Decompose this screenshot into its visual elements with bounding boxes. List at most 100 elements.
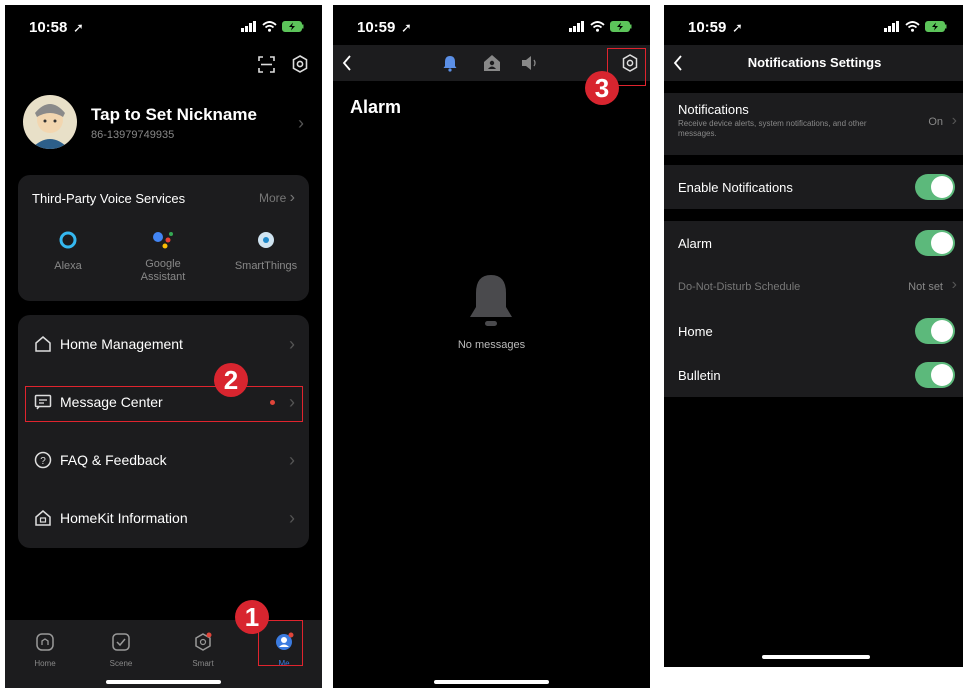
menu-label: FAQ & Feedback bbox=[60, 452, 167, 468]
chevron-right-icon: › bbox=[298, 113, 304, 133]
alarm-bell-tab-icon[interactable] bbox=[442, 54, 458, 72]
voice-service-label: Google Assistant bbox=[140, 258, 186, 283]
tab-label: Scene bbox=[109, 659, 133, 668]
home-row: Home bbox=[664, 309, 963, 353]
status-bar: 10:59 ➚ bbox=[333, 19, 650, 39]
menu-homekit-information[interactable]: HomeKit Information › bbox=[18, 489, 309, 547]
location-arrow-icon: ➚ bbox=[401, 20, 412, 35]
chevron-right-icon: › bbox=[289, 333, 295, 354]
back-chevron-icon[interactable] bbox=[341, 54, 353, 72]
voice-service-label: SmartThings bbox=[234, 260, 298, 272]
step-marker-2: 2 bbox=[214, 363, 248, 397]
wifi-icon bbox=[590, 21, 605, 32]
battery-icon bbox=[925, 21, 947, 32]
alarm-row: Alarm bbox=[664, 221, 963, 265]
smart-tab-icon bbox=[195, 632, 212, 651]
me-menu-card: Home Management › Message Center › ? FAQ… bbox=[18, 315, 309, 548]
home-indicator bbox=[434, 680, 549, 684]
notifications-settings-screen: 10:59 ➚ Notifications Settings Notificat… bbox=[664, 5, 963, 667]
alarm-toggle[interactable] bbox=[915, 230, 955, 256]
home-toggle[interactable] bbox=[915, 318, 955, 344]
notifications-value: On bbox=[928, 116, 943, 128]
settings-gear-icon[interactable] bbox=[291, 55, 309, 73]
nav-bar: Notifications Settings bbox=[664, 45, 963, 81]
google-assistant-icon bbox=[153, 232, 173, 249]
tab-label: Smart bbox=[192, 659, 214, 668]
phone-number: 86-13979749935 bbox=[91, 129, 175, 141]
tab-scene[interactable]: Scene bbox=[101, 632, 141, 668]
location-arrow-icon: ➚ bbox=[73, 20, 84, 35]
battery-icon bbox=[282, 21, 304, 32]
alarm-label: Alarm bbox=[678, 235, 712, 251]
status-bar: 10:59 ➚ bbox=[664, 19, 963, 39]
empty-state-text: No messages bbox=[457, 339, 526, 351]
question-icon: ? bbox=[34, 451, 52, 469]
home-message-tab-icon[interactable] bbox=[483, 54, 501, 72]
tab-home[interactable]: Home bbox=[25, 632, 65, 668]
status-bar: 10:58 ➚ bbox=[5, 19, 322, 39]
chevron-right-icon: › bbox=[289, 449, 295, 470]
notifications-row[interactable]: Notifications Receive device alerts, sys… bbox=[664, 93, 963, 155]
bulletin-toggle[interactable] bbox=[915, 362, 955, 388]
enable-notifications-label: Enable Notifications bbox=[678, 179, 793, 195]
bulletin-speaker-tab-icon[interactable] bbox=[521, 55, 539, 71]
page-title: Notifications Settings bbox=[747, 55, 882, 70]
nickname: Tap to Set Nickname bbox=[91, 105, 257, 124]
signal-icon bbox=[884, 21, 899, 32]
menu-label: HomeKit Information bbox=[60, 510, 188, 526]
me-screen: 10:58 ➚ Tap to Set Nickname 86-139797499… bbox=[5, 5, 322, 688]
chevron-right-icon: › bbox=[289, 507, 295, 528]
dnd-schedule-row[interactable]: Do-Not-Disturb Schedule Not set › bbox=[664, 265, 963, 309]
home-tab-icon bbox=[36, 633, 54, 651]
tab-label: Home bbox=[34, 659, 56, 668]
profile-header[interactable]: Tap to Set Nickname 86-13979749935 › bbox=[5, 93, 322, 163]
notifications-label: Notifications bbox=[678, 102, 749, 117]
home-icon bbox=[35, 336, 51, 352]
dnd-schedule-value: Not set bbox=[908, 281, 943, 293]
status-time: 10:59 bbox=[357, 19, 396, 36]
wifi-icon bbox=[905, 21, 920, 32]
homekit-icon bbox=[35, 510, 51, 526]
notifications-description: Receive device alerts, system notificati… bbox=[678, 119, 867, 138]
voice-services-card: Third-Party Voice Services More › Alexa … bbox=[18, 175, 309, 301]
enable-notifications-toggle[interactable] bbox=[915, 174, 955, 200]
svg-text:?: ? bbox=[40, 456, 46, 467]
more-label: More bbox=[258, 191, 287, 205]
step-marker-3: 3 bbox=[585, 71, 619, 105]
wifi-icon bbox=[262, 21, 277, 32]
smartthings-icon bbox=[258, 232, 274, 248]
chevron-right-icon: › bbox=[951, 112, 957, 129]
dnd-schedule-label: Do-Not-Disturb Schedule bbox=[678, 281, 801, 293]
menu-faq-feedback[interactable]: ? FAQ & Feedback › bbox=[18, 431, 309, 489]
empty-bell-icon bbox=[470, 275, 512, 326]
avatar bbox=[23, 95, 77, 149]
highlight-box-message-center bbox=[25, 386, 303, 422]
voice-services-title: Third-Party Voice Services bbox=[32, 191, 186, 206]
page-title: Alarm bbox=[350, 97, 402, 117]
voice-service-alexa[interactable]: Alexa bbox=[38, 231, 98, 272]
chevron-right-icon: › bbox=[289, 189, 295, 206]
signal-icon bbox=[569, 21, 584, 32]
battery-icon bbox=[610, 21, 632, 32]
step-marker-1: 1 bbox=[235, 600, 269, 634]
more-link[interactable]: More › bbox=[259, 189, 295, 207]
status-time: 10:58 bbox=[29, 19, 68, 36]
bulletin-row: Bulletin bbox=[664, 353, 963, 397]
scene-tab-icon bbox=[112, 633, 130, 651]
status-time: 10:59 bbox=[688, 19, 727, 36]
alarm-screen: 10:59 ➚ Alarm No messages bbox=[333, 5, 650, 688]
scan-icon[interactable] bbox=[258, 56, 275, 73]
voice-service-label: Alexa bbox=[54, 260, 82, 272]
voice-service-google[interactable]: Google Assistant bbox=[130, 231, 196, 284]
enable-notifications-row: Enable Notifications bbox=[664, 165, 963, 209]
voice-service-smartthings[interactable]: SmartThings bbox=[228, 231, 304, 272]
home-indicator bbox=[762, 655, 870, 659]
alexa-icon bbox=[59, 231, 77, 249]
location-arrow-icon: ➚ bbox=[732, 20, 743, 35]
bulletin-label: Bulletin bbox=[678, 367, 721, 383]
menu-home-management[interactable]: Home Management › bbox=[18, 315, 309, 373]
chevron-right-icon: › bbox=[951, 276, 957, 293]
home-label: Home bbox=[678, 323, 713, 339]
signal-icon bbox=[241, 21, 256, 32]
tab-smart[interactable]: Smart bbox=[183, 632, 223, 668]
